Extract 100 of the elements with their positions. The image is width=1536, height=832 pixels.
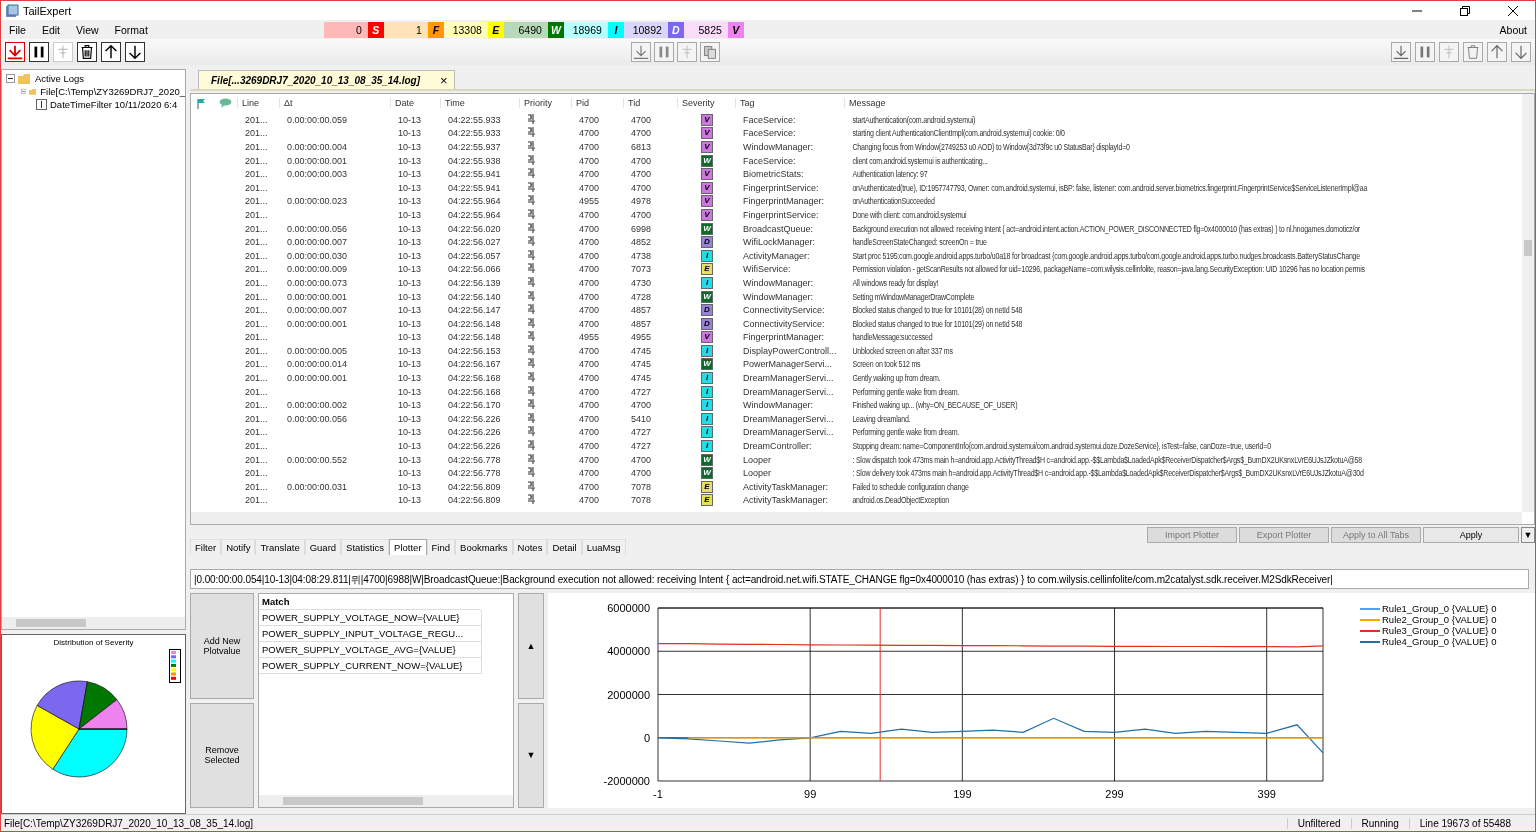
move-button[interactable]: ▲ <box>518 593 544 699</box>
tree-item[interactable]: DateTimeFilter 10/11/2020 6:4 <box>50 99 178 110</box>
sample-line-field[interactable]: |0.00:00:00.054|10-13|04:08:29.811|뮈|4700|6988|W|BroadcastQueue:|Background execution not allowed: receiving Intent { act=android.net.wifi.STATE_CHANGE flg=0x4000010 (has extras) } to com.wilysis.cellinfolite/com.m2catalyst.sdk.receiver.M2SdkReceiver| <box>190 569 1529 589</box>
severity-badge: V <box>701 181 713 194</box>
tab[interactable]: Find <box>426 539 456 555</box>
severity-badge: W <box>701 222 713 235</box>
copy-icon[interactable] <box>700 42 720 62</box>
table-cell-text: 4700 <box>578 128 601 139</box>
column-header[interactable]: Severity <box>677 98 735 108</box>
table-cell-text: handleScreenStateChanged: screenOn = true <box>851 237 988 248</box>
table-cell-text: WindowManager: <box>742 400 815 411</box>
scrollbar-thumb[interactable] <box>283 797 424 805</box>
match-item[interactable]: POWER_SUPPLY_VOLTAGE_NOW={VALUE} <box>259 610 482 626</box>
table-cell-text: 04:22:56.147 <box>447 305 502 316</box>
table-cell-text: Screen on took 512 ms <box>851 359 922 370</box>
action-button[interactable]: Remove Selected <box>190 702 254 808</box>
priority-icon <box>527 331 536 342</box>
action-button[interactable]: Add New Plotvalue <box>190 593 254 699</box>
tab[interactable]: Notify <box>221 539 256 555</box>
table-cell-text: starting client AuthenticationClientImpl(com.android.systemui) cookie: 0/0 <box>851 128 1066 139</box>
table-cell-text: Stopping dream: name=ComponentInfo{com.android.systemui/com.android.systemui.doze.DozeService}, isTest=false, canDoze=true, userId=0 <box>851 441 1272 452</box>
column-header[interactable]: Date <box>390 98 440 108</box>
table-cell-text: 4700 <box>630 182 653 193</box>
collapse-toggle-icon[interactable] <box>21 87 27 96</box>
match-item[interactable]: POWER_SUPPLY_INPUT_VOLTAGE_REGU... <box>259 626 482 642</box>
tab[interactable]: Guard <box>304 539 342 555</box>
table-cell-text: 201... <box>244 128 269 139</box>
arrow-up-icon[interactable] <box>101 42 121 62</box>
column-header[interactable]: Message <box>844 98 1520 108</box>
scrollbar[interactable] <box>191 512 1522 524</box>
dropdown-button[interactable]: ▼ <box>1521 527 1535 543</box>
table-cell-text: 04:22:56.027 <box>447 237 502 248</box>
column-header[interactable]: Tag <box>735 98 844 108</box>
tab-close-button[interactable]: × <box>440 72 448 88</box>
severity-badge: D <box>701 236 713 249</box>
plotter-button[interactable]: Apply <box>1423 527 1519 543</box>
table-cell-text: DreamManagerServi... <box>742 373 835 384</box>
move-button[interactable]: ▼ <box>518 702 544 808</box>
table-cell-text: 201... <box>244 318 269 329</box>
table-cell-text: WindowManager: <box>742 277 815 288</box>
column-header[interactable]: Priority <box>519 98 571 108</box>
pin-icon[interactable] <box>677 42 697 62</box>
tab[interactable]: Plotter <box>389 539 427 555</box>
column-header[interactable]: Line <box>237 98 279 108</box>
table-cell-text: startAuthentication(com.android.systemui) <box>851 114 977 125</box>
tab[interactable]: LuaMsg <box>581 539 626 555</box>
arrow-down-icon[interactable] <box>125 42 145 62</box>
tree-item[interactable]: Active Logs <box>35 73 85 84</box>
axis-tick-label: 6000000 <box>607 602 650 614</box>
scrollbar-thumb[interactable] <box>16 619 86 627</box>
menu-item[interactable]: Format <box>114 23 148 36</box>
about-menu-item[interactable]: About <box>1499 23 1527 36</box>
tab[interactable]: Filter <box>190 539 222 555</box>
cursor-line[interactable] <box>879 607 881 782</box>
severity-badge: I <box>701 372 713 385</box>
download-icon[interactable] <box>631 42 651 62</box>
table-cell-text: 10-13 <box>397 441 423 452</box>
download-icon[interactable] <box>5 42 25 62</box>
document-tab[interactable]: File[...3269DRJ7_2020_10_13_08_35_14.log] × <box>198 70 455 89</box>
tab[interactable]: Bookmarks <box>455 539 513 555</box>
legend-icon <box>169 649 181 683</box>
tab[interactable]: Statistics <box>341 539 390 555</box>
priority-icon <box>527 385 536 396</box>
table-cell-text: 04:22:56.778 <box>447 468 502 479</box>
tab[interactable]: Translate <box>255 539 305 555</box>
table-cell-text: 201... <box>244 250 269 261</box>
scrollbar[interactable] <box>1522 94 1534 512</box>
scrollbar[interactable] <box>259 795 513 807</box>
tree-item[interactable]: File[C:\Temp\ZY3269DRJ7_2020_ <box>40 86 185 97</box>
table-cell-text: 10-13 <box>397 223 423 234</box>
close-icon[interactable] <box>1507 4 1519 17</box>
table-cell-text: 201... <box>244 359 269 370</box>
column-header[interactable]: Tid <box>623 98 677 108</box>
table-cell-text: 4700 <box>578 345 601 356</box>
column-header[interactable]: Time <box>440 98 519 108</box>
tab[interactable]: Detail <box>547 539 582 555</box>
column-header[interactable]: Δt <box>279 98 390 108</box>
column-header[interactable]: Pid <box>571 98 623 108</box>
severity-badge: V <box>701 168 713 181</box>
pin-icon[interactable] <box>1439 42 1459 62</box>
severity-badge: W <box>701 453 713 466</box>
pause-icon[interactable] <box>29 42 49 62</box>
severity-badge: W <box>701 358 713 371</box>
menu-item[interactable]: View <box>76 23 99 36</box>
match-item[interactable]: POWER_SUPPLY_CURRENT_NOW={VALUE} <box>259 658 482 674</box>
priority-icon <box>527 440 536 451</box>
priority-icon <box>527 304 536 315</box>
table-cell-text: 7073 <box>630 264 653 275</box>
collapse-toggle-icon[interactable] <box>6 74 15 83</box>
download-icon[interactable] <box>1391 42 1411 62</box>
priority-icon <box>527 222 536 233</box>
scrollbar[interactable] <box>2 617 185 629</box>
trash-icon[interactable] <box>77 42 97 62</box>
tab[interactable]: Notes <box>512 539 548 555</box>
menu-item[interactable]: Edit <box>41 23 60 36</box>
menu-item[interactable]: File <box>9 23 26 36</box>
table-cell-text: 4700 <box>578 481 601 492</box>
match-item[interactable]: POWER_SUPPLY_VOLTAGE_AVG={VALUE} <box>259 642 482 658</box>
restore-icon[interactable] <box>1459 4 1471 17</box>
scrollbar-thumb[interactable] <box>1524 240 1532 256</box>
